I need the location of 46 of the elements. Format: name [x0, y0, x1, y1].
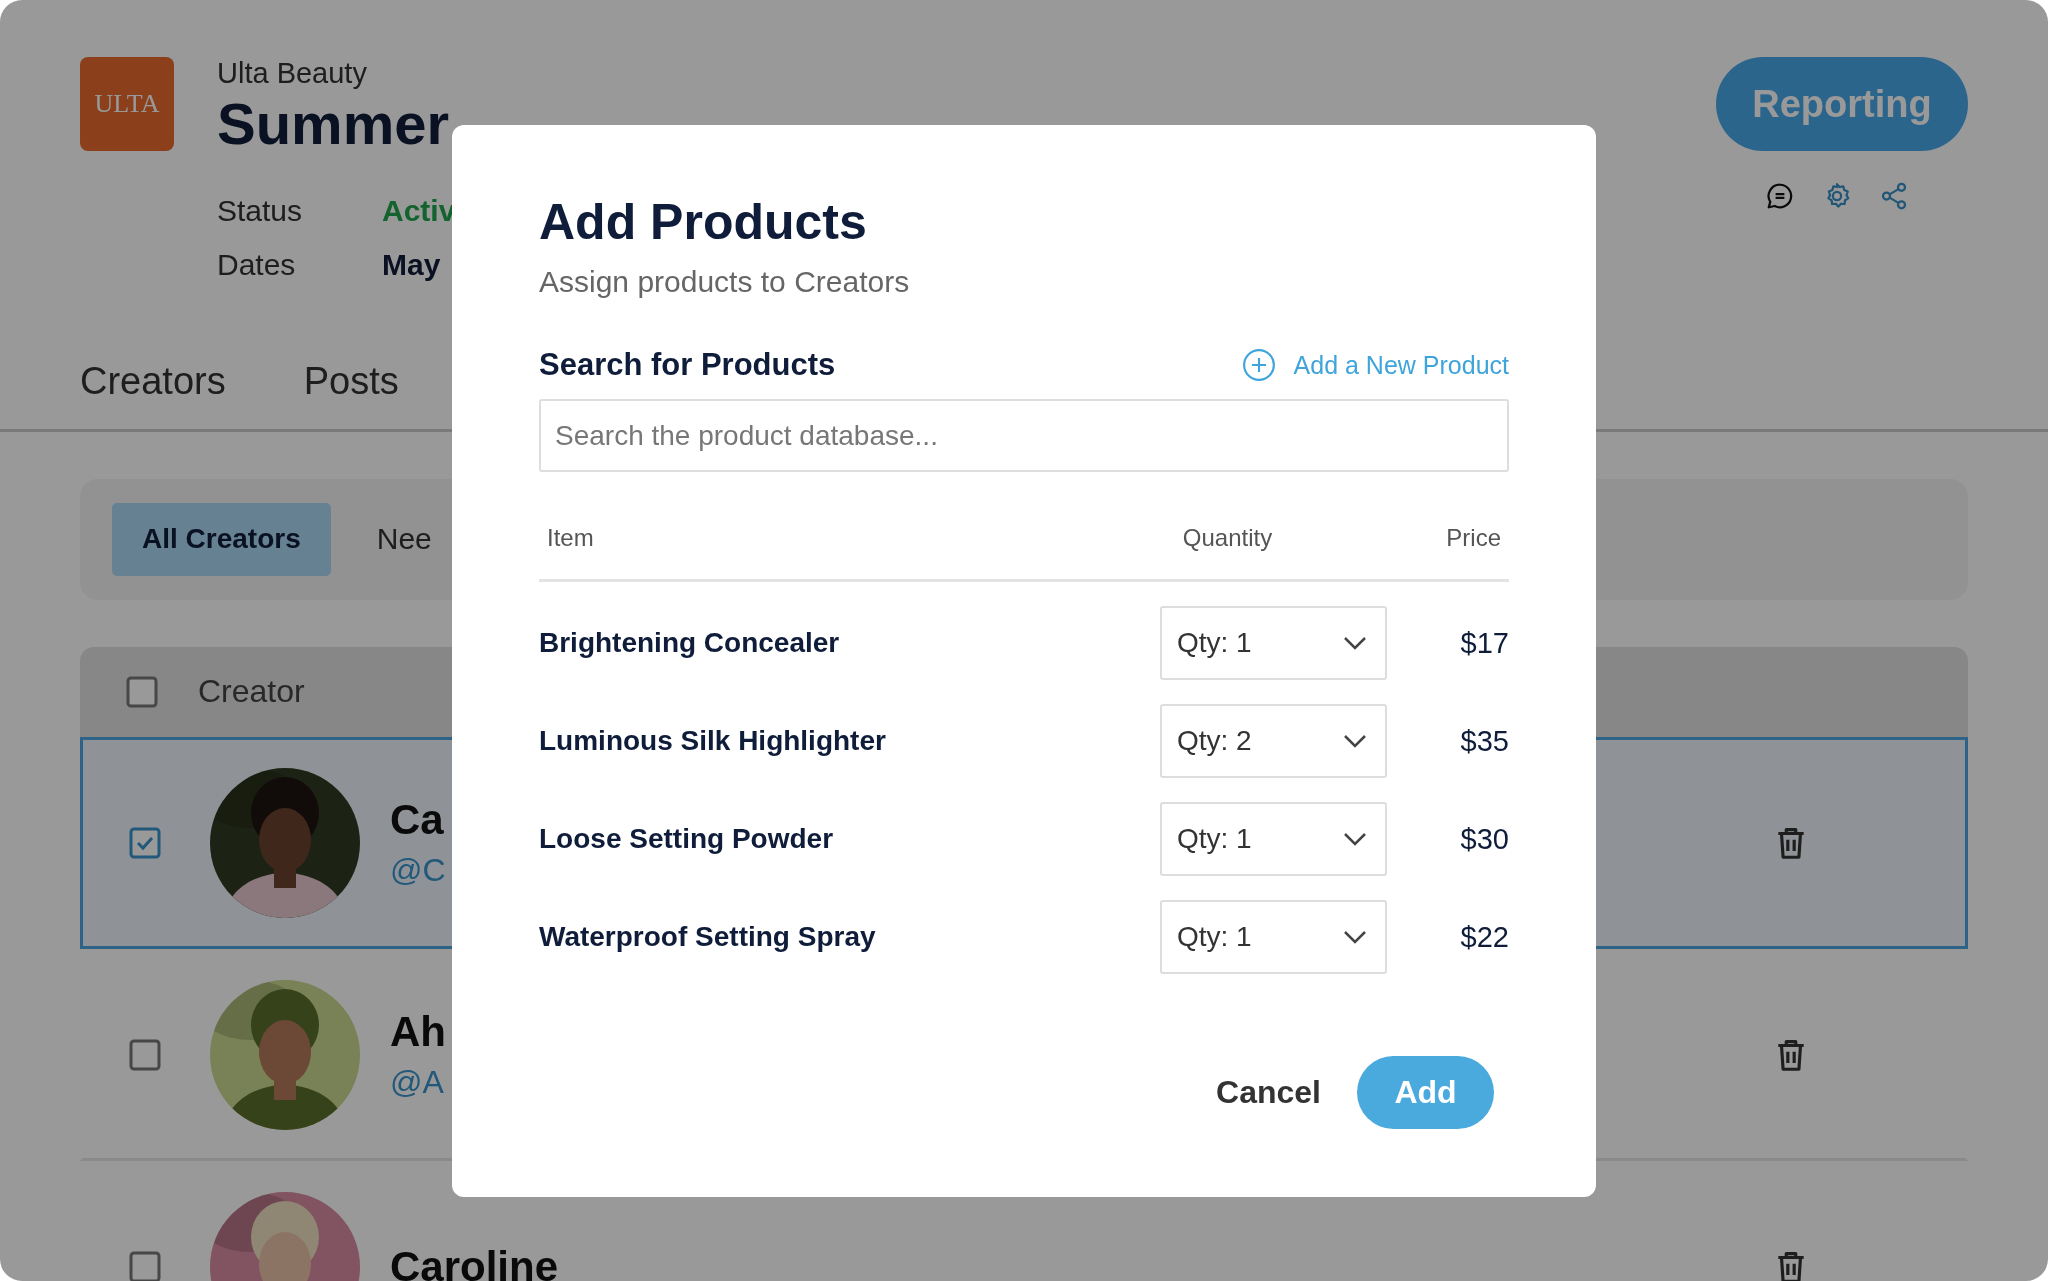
search-label: Search for Products — [539, 347, 836, 383]
product-name: Luminous Silk Highlighter — [539, 725, 887, 757]
chevron-down-icon — [1343, 930, 1367, 944]
cancel-button[interactable]: Cancel — [1216, 1074, 1321, 1111]
chevron-down-icon — [1343, 832, 1367, 846]
company-name: Ulta Beauty — [217, 57, 368, 90]
product-price: $35 — [1459, 724, 1509, 758]
filter-button[interactable]: All Creators — [112, 502, 331, 576]
dialog-title: Add Products — [539, 193, 868, 251]
creator-name: Ah — [390, 1008, 446, 1057]
quantity-dropdown[interactable]: Qty: 1 — [1160, 900, 1387, 974]
tab[interactable]: Posts — [303, 359, 399, 403]
tab[interactable]: Creators — [80, 359, 226, 403]
column-header: Item — [546, 523, 595, 552]
product-name: Brightening Concealer — [539, 627, 841, 659]
creator-name: Ca — [390, 796, 444, 845]
detail-label: Dates — [217, 247, 297, 282]
product-price: $22 — [1459, 920, 1509, 954]
product-price: $30 — [1459, 822, 1509, 856]
chevron-down-icon — [1343, 734, 1367, 748]
search-field[interactable]: Search the product database... — [539, 399, 1509, 472]
quantity-dropdown[interactable]: Qty: 2 — [1160, 704, 1387, 778]
checkbox[interactable] — [129, 826, 161, 859]
detail-value: Activ — [382, 193, 456, 228]
quantity-dropdown[interactable]: Qty: 1 — [1160, 802, 1387, 876]
checkbox[interactable] — [129, 1038, 161, 1071]
chevron-down-icon — [1343, 636, 1367, 650]
column-header: Creator — [198, 673, 305, 711]
creator-name: Caroline — [390, 1242, 559, 1281]
detail-value: May — [382, 247, 441, 282]
product-price: $17 — [1459, 626, 1509, 660]
chat-icon[interactable] — [1765, 181, 1795, 211]
product-name: Loose Setting Powder — [539, 823, 835, 855]
checkbox[interactable] — [126, 675, 158, 708]
product-name: Waterproof Setting Spray — [539, 921, 877, 953]
column-header: Quantity — [1181, 523, 1274, 552]
campaign-title: Summer — [217, 92, 451, 156]
checkbox[interactable] — [129, 1250, 161, 1281]
quantity-dropdown[interactable]: Qty: 1 — [1160, 606, 1387, 680]
share-icon[interactable] — [1879, 181, 1909, 211]
detail-label: Status — [217, 193, 304, 228]
plus-icon — [1241, 348, 1276, 382]
dialog-subtitle: Assign products to Creators — [539, 265, 911, 299]
filter-button[interactable]: Nee — [354, 502, 454, 576]
column-header: Price — [1445, 523, 1502, 552]
brand-logo: ULTA — [80, 57, 174, 151]
